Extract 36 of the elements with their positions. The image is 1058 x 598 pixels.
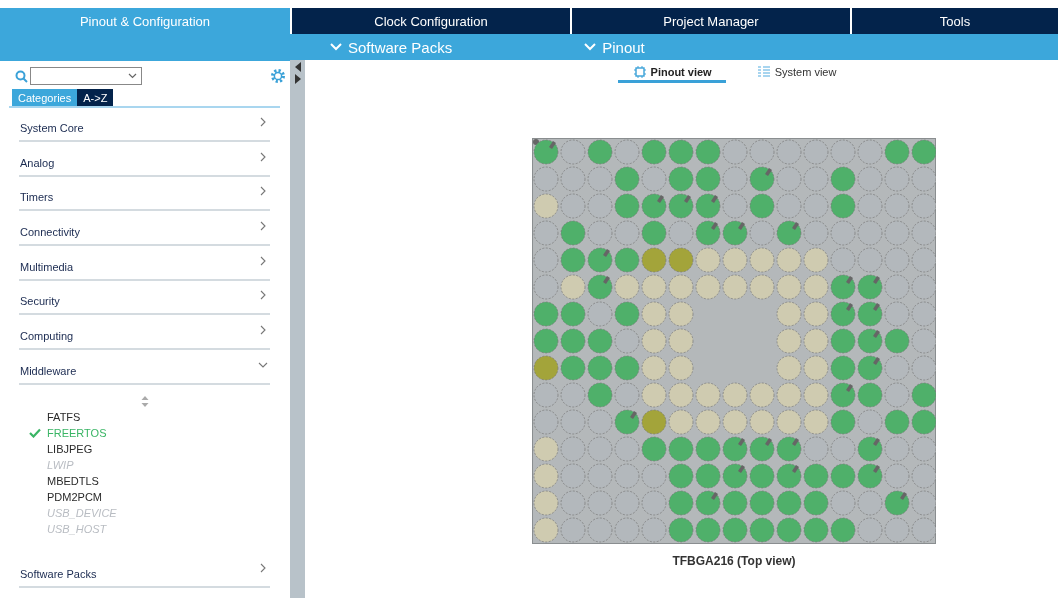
chevron-right-icon (258, 186, 268, 197)
chevron-right-icon (258, 117, 268, 127)
expand-right-icon[interactable] (294, 74, 301, 84)
chevron-right-icon (258, 562, 268, 573)
category-item[interactable]: Timers (19, 179, 270, 212)
library-item[interactable]: FATFS (47, 410, 81, 423)
chevron-down-icon (128, 73, 137, 79)
library-item[interactable]: MBEDTLS (47, 474, 99, 487)
view-tab[interactable]: System view (741, 66, 851, 83)
view-tab[interactable]: Pinout view (617, 66, 726, 83)
category-item[interactable]: Software Packs (19, 555, 270, 588)
chevron-right-icon (258, 290, 268, 301)
package-caption: TFBGA216 (Top view) (672, 554, 796, 568)
category-tab[interactable]: A->Z (77, 89, 114, 106)
collapse-left-icon[interactable] (294, 62, 301, 72)
chevron-right-icon (258, 151, 268, 162)
library-item[interactable]: PDM2PCM (47, 490, 102, 503)
search-combo-box[interactable] (30, 67, 142, 85)
category-item[interactable]: Computing (19, 318, 270, 351)
category-item[interactable]: Security (19, 283, 270, 316)
category-item[interactable]: Connectivity (19, 214, 270, 247)
category-item[interactable]: Analog (19, 144, 270, 177)
chevron-right-icon (258, 325, 268, 336)
chevron-down-icon (584, 43, 597, 51)
chevron-right-icon (258, 221, 268, 232)
library-item[interactable]: LIBJPEG (47, 442, 93, 455)
category-item[interactable]: System Core (19, 110, 270, 142)
chip-icon (633, 66, 646, 78)
list-icon (757, 66, 770, 78)
search-icon (15, 69, 28, 83)
category-item[interactable]: Middleware (19, 352, 270, 385)
chevron-down-icon (330, 43, 342, 51)
category-item[interactable]: Multimedia (19, 248, 270, 281)
chevron-right-icon (258, 255, 268, 266)
settings-icon[interactable] (270, 68, 286, 84)
sort-icon[interactable] (140, 395, 149, 407)
